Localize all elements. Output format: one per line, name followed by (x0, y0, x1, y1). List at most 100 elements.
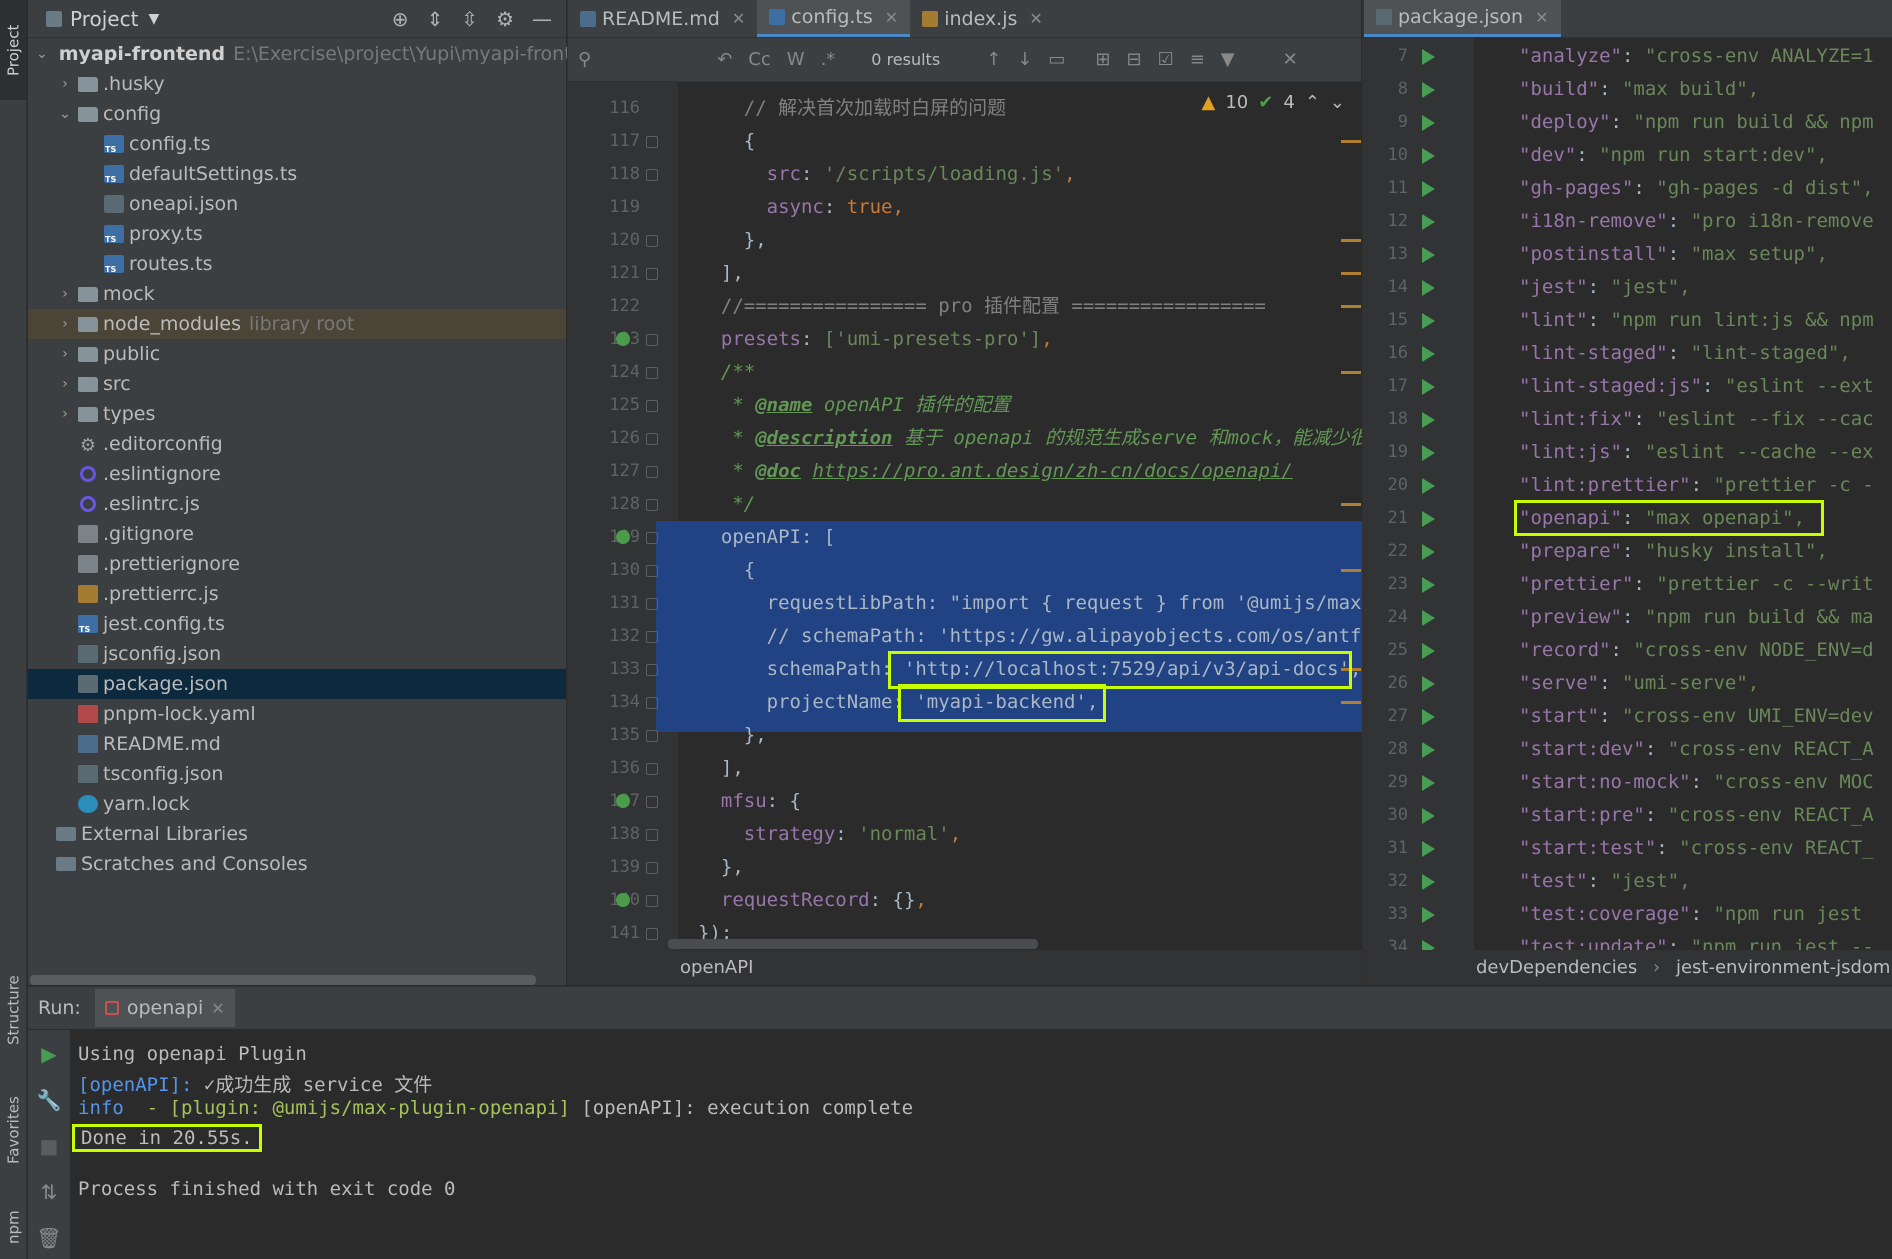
horizontal-scrollbar[interactable] (30, 975, 536, 985)
run-script-icon[interactable] (1422, 577, 1435, 593)
code-line[interactable]: 32 "test": "jest", (1364, 865, 1892, 898)
code-line[interactable]: 139 }, (568, 851, 1362, 884)
warning-stripe[interactable] (1341, 503, 1361, 506)
run-script-icon[interactable] (1422, 379, 1435, 395)
code-line[interactable]: 33 "test:coverage": "npm run jest (1364, 898, 1892, 931)
collapse-all-icon[interactable]: ⇳ (461, 7, 478, 31)
tree-item[interactable]: README.md (28, 729, 566, 759)
run-script-icon[interactable] (1422, 49, 1435, 65)
fold-icon[interactable] (646, 796, 658, 808)
fold-icon[interactable] (646, 334, 658, 346)
chevron-right-icon[interactable]: › (58, 406, 72, 422)
tree-item[interactable]: jest.config.ts (28, 609, 566, 639)
tree-item[interactable]: › src (28, 369, 566, 399)
gear-icon[interactable]: ⚙ (496, 7, 514, 31)
tree-item[interactable]: oneapi.json (28, 189, 566, 219)
code-line[interactable]: 23 "prettier": "prettier -c --writ (1364, 568, 1892, 601)
code-line[interactable]: 22 "prepare": "husky install", (1364, 535, 1892, 568)
run-script-icon[interactable] (1422, 247, 1435, 263)
chevron-right-icon[interactable]: › (58, 286, 72, 302)
chevron-right-icon[interactable]: › (58, 76, 72, 92)
code-line[interactable]: 118 src: '/scripts/loading.js', (568, 158, 1362, 191)
code-line[interactable]: 8 "build": "max build", (1364, 73, 1892, 106)
fold-icon[interactable] (646, 499, 658, 511)
run-script-icon[interactable] (1422, 874, 1435, 890)
code-line[interactable]: 17 "lint-staged:js": "eslint --ext (1364, 370, 1892, 403)
code-line[interactable]: 14 "jest": "jest", (1364, 271, 1892, 304)
fold-icon[interactable] (646, 895, 658, 907)
close-icon[interactable]: ✕ (1029, 9, 1042, 28)
code-line[interactable]: 24 "preview": "npm run build && ma (1364, 601, 1892, 634)
warning-stripe[interactable] (1341, 239, 1361, 242)
code-line[interactable]: 12 "i18n-remove": "pro i18n-remove (1364, 205, 1892, 238)
code-line[interactable]: 21 "openapi": "max openapi", (1364, 500, 1892, 536)
breadcrumb-item[interactable]: devDependencies (1476, 957, 1637, 978)
close-icon[interactable]: ✕ (1283, 49, 1298, 70)
fold-icon[interactable] (646, 235, 658, 247)
code-line[interactable]: 132 // schemaPath: 'https://gw.alipayobj… (568, 620, 1362, 653)
breadcrumb-item[interactable]: jest-environment-jsdom (1676, 957, 1891, 978)
fold-icon[interactable] (646, 367, 658, 379)
fold-icon[interactable] (646, 565, 658, 577)
chevron-down-icon[interactable]: ▼ (148, 11, 159, 27)
editor-tab[interactable]: config.ts ✕ (757, 0, 911, 37)
warning-stripe[interactable] (1341, 305, 1361, 308)
code-line[interactable]: 122 //================ pro 插件配置 ========… (568, 290, 1362, 323)
code-line[interactable]: 123 presets: ['umi-presets-pro'], (568, 323, 1362, 356)
code-line[interactable]: 136 ], (568, 752, 1362, 785)
code-line[interactable]: 119 async: true, (568, 191, 1362, 224)
filter-icon[interactable]: ▼ (1221, 49, 1235, 70)
chevron-right-icon[interactable]: › (58, 376, 72, 392)
code-line[interactable]: 125 * @name openAPI 插件的配置 (568, 389, 1362, 422)
arrow-down-icon[interactable]: ↓ (1017, 49, 1032, 70)
tree-item[interactable]: jsconfig.json (28, 639, 566, 669)
run-script-icon[interactable] (1422, 775, 1435, 791)
code-line[interactable]: 28 "start:dev": "cross-env REACT_A (1364, 733, 1892, 766)
code-line[interactable]: 130 { (568, 554, 1362, 587)
run-script-icon[interactable] (1422, 115, 1435, 131)
override-marker-icon[interactable] (616, 332, 630, 346)
code-line[interactable]: 27 "start": "cross-env UMI_ENV=dev (1364, 700, 1892, 733)
arrow-up-icon[interactable]: ↑ (986, 49, 1001, 70)
tree-item[interactable]: › mock (28, 279, 566, 309)
tab-package-json[interactable]: package.json ✕ (1364, 0, 1561, 37)
run-script-icon[interactable] (1422, 544, 1435, 560)
code-line[interactable]: 129 openAPI: [ (568, 521, 1362, 554)
code-line[interactable]: 18 "lint:fix": "eslint --fix --cac (1364, 403, 1892, 436)
editor-tab[interactable]: index.js ✕ (910, 0, 1055, 37)
tree-item[interactable]: defaultSettings.ts (28, 159, 566, 189)
fold-icon[interactable] (646, 598, 658, 610)
run-script-icon[interactable] (1422, 280, 1435, 296)
code-line[interactable]: 140 requestRecord: {}, (568, 884, 1362, 917)
tree-item[interactable]: .prettierrc.js (28, 579, 566, 609)
expand-all-icon[interactable]: ⇕ (427, 7, 444, 31)
replace-icon[interactable]: ↶ (717, 49, 732, 70)
fold-icon[interactable] (646, 763, 658, 775)
fold-icon[interactable] (646, 169, 658, 181)
run-script-icon[interactable] (1422, 82, 1435, 98)
chevron-right-icon[interactable]: › (58, 316, 72, 332)
editor-tab[interactable]: README.md ✕ (568, 0, 757, 37)
override-marker-icon[interactable] (616, 530, 630, 544)
code-line[interactable]: 31 "start:test": "cross-env REACT_ (1364, 832, 1892, 865)
run-script-icon[interactable] (1422, 346, 1435, 362)
filter-options-icon[interactable]: ≡ (1190, 49, 1205, 70)
run-script-icon[interactable] (1422, 841, 1435, 857)
editor-breadcrumb[interactable]: devDependencies › jest-environment-jsdom (1364, 950, 1892, 985)
tree-item[interactable]: .gitignore (28, 519, 566, 549)
warning-stripe[interactable] (1341, 371, 1361, 374)
match-case-icon[interactable]: Cc (748, 49, 770, 70)
fold-icon[interactable] (646, 433, 658, 445)
code-line[interactable]: 131 requestLibPath: "import { request } … (568, 587, 1362, 620)
code-line[interactable]: 138 strategy: 'normal', (568, 818, 1362, 851)
search-icon[interactable]: ⚲ (578, 49, 591, 70)
code-line[interactable]: 121 ], (568, 257, 1362, 290)
code-line[interactable]: 128 */ (568, 488, 1362, 521)
close-icon[interactable]: ✕ (885, 8, 898, 27)
fold-icon[interactable] (646, 400, 658, 412)
wrench-icon[interactable]: 🔧 (37, 1088, 62, 1112)
code-line[interactable]: 29 "start:no-mock": "cross-env MOC (1364, 766, 1892, 799)
whole-word-icon[interactable]: W (787, 49, 805, 70)
fold-icon[interactable] (646, 697, 658, 709)
code-line[interactable]: 15 "lint": "npm run lint:js && npm (1364, 304, 1892, 337)
